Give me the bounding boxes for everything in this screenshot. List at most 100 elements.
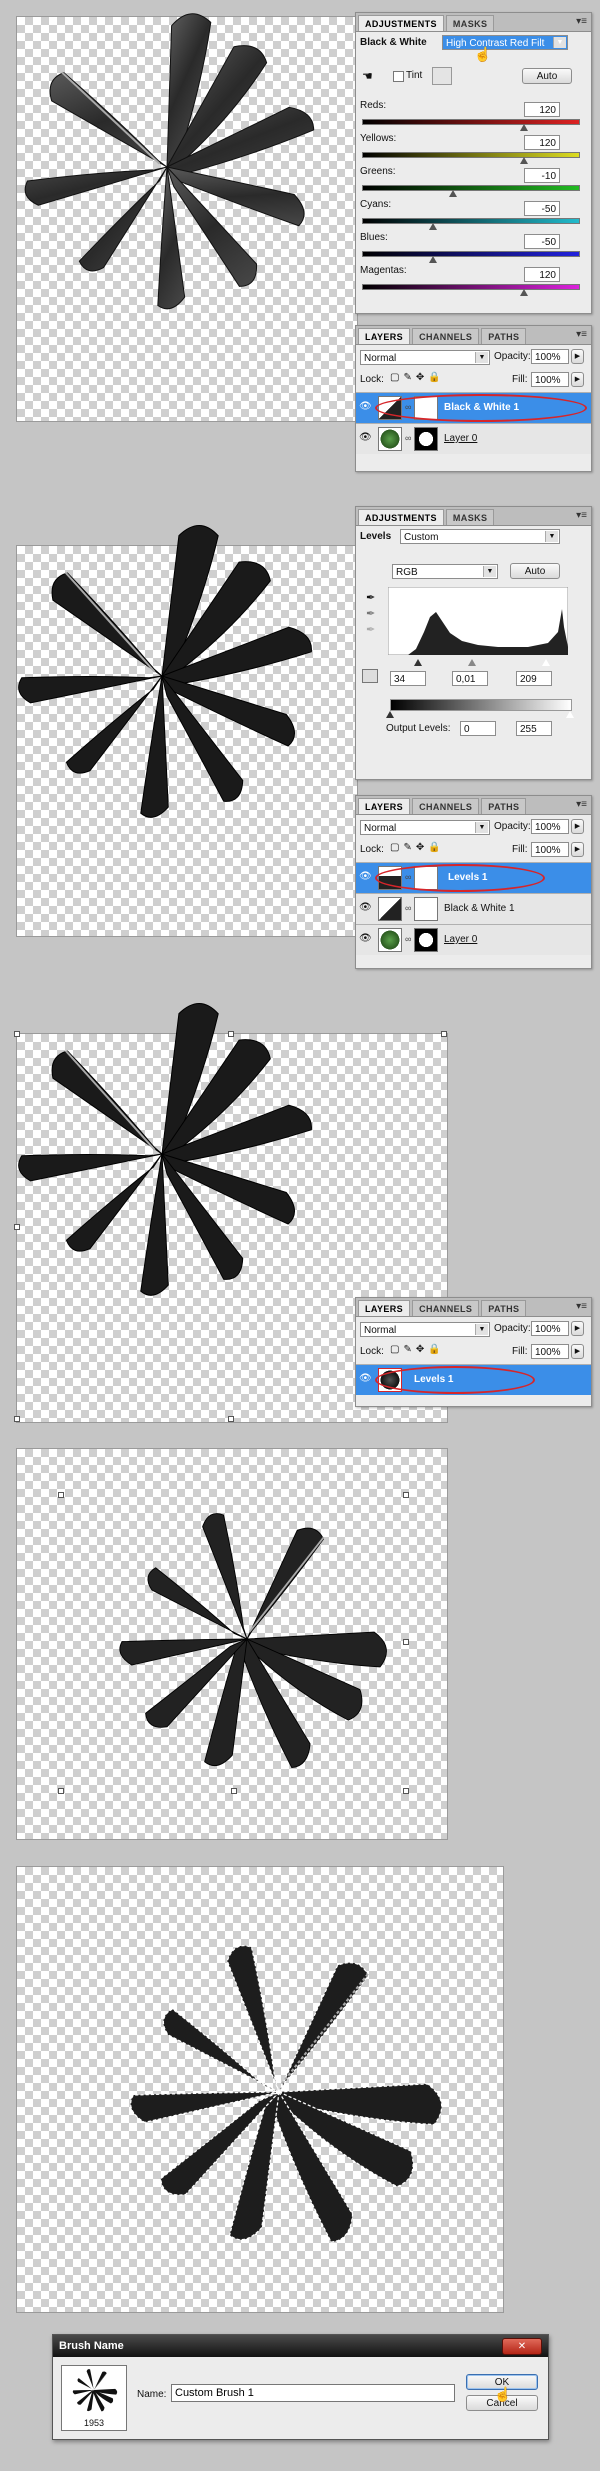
chevron-down-icon[interactable]: ▼ (483, 566, 496, 577)
input-black-slider[interactable] (414, 659, 422, 666)
slider-thumb[interactable] (520, 289, 528, 296)
slider-value-input[interactable]: -50 (524, 201, 560, 216)
tab-channels[interactable]: CHANNELS (412, 798, 480, 814)
lock-icons[interactable]: ▢✎✥🔒 (390, 1344, 445, 1355)
slider-value-input[interactable]: 120 (524, 135, 560, 150)
fill-arrow-button[interactable]: ▶ (571, 372, 584, 387)
input-gamma-field[interactable]: 0,01 (452, 671, 488, 686)
panel-menu-icon[interactable]: ▾≡ (576, 799, 587, 810)
channel-dropdown[interactable]: RGB ▼ (392, 564, 498, 579)
panel-menu-icon[interactable]: ▾≡ (576, 329, 587, 340)
opacity-arrow-button[interactable]: ▶ (571, 1321, 584, 1336)
layer-row[interactable]: 👁 ∞ Layer 0 (356, 423, 591, 454)
layer-row[interactable]: 👁 ∞ Black & White 1 (356, 893, 591, 924)
fill-arrow-button[interactable]: ▶ (571, 1344, 584, 1359)
tab-layers[interactable]: LAYERS (358, 798, 411, 814)
black-eyedropper-icon[interactable]: ✒ (366, 591, 375, 604)
transform-handle[interactable] (403, 1788, 409, 1794)
transform-handle[interactable] (14, 1416, 20, 1422)
panel-menu-icon[interactable]: ▾≡ (576, 16, 587, 27)
opacity-arrow-button[interactable]: ▶ (571, 819, 584, 834)
opacity-input[interactable]: 100% (531, 819, 569, 834)
auto-button[interactable]: Auto (522, 68, 572, 84)
transform-handle[interactable] (228, 1031, 234, 1037)
blend-mode-dropdown[interactable]: Normal ▼ (360, 1322, 490, 1337)
input-black-field[interactable]: 34 (390, 671, 426, 686)
input-white-slider[interactable] (542, 659, 550, 666)
opacity-input[interactable]: 100% (531, 349, 569, 364)
eye-icon[interactable]: 👁 (359, 401, 372, 413)
slider-thumb[interactable] (429, 256, 437, 263)
tab-layers[interactable]: LAYERS (358, 1300, 411, 1316)
slider-value-input[interactable]: -10 (524, 168, 560, 183)
slider-value-input[interactable]: -50 (524, 234, 560, 249)
slider-track[interactable] (362, 185, 580, 191)
slider-track[interactable] (362, 218, 580, 224)
slider-track[interactable] (362, 251, 580, 257)
layer-row[interactable]: 👁 ∞ Levels 1 (356, 862, 591, 893)
input-gray-slider[interactable] (468, 659, 476, 666)
tab-masks[interactable]: MASKS (445, 509, 495, 525)
panel-menu-icon[interactable]: ▾≡ (576, 510, 587, 521)
layer-row[interactable]: 👁 Levels 1 (356, 1364, 591, 1395)
lock-icons[interactable]: ▢✎✥🔒 (390, 372, 445, 383)
input-white-field[interactable]: 209 (516, 671, 552, 686)
chevron-down-icon[interactable]: ▼ (475, 352, 488, 363)
transform-handle[interactable] (14, 1031, 20, 1037)
layer-name[interactable]: Layer 0 (444, 433, 477, 444)
tab-channels[interactable]: CHANNELS (412, 1300, 480, 1316)
chevron-down-icon[interactable]: ▼ (545, 531, 558, 542)
slider-thumb[interactable] (520, 157, 528, 164)
slider-thumb[interactable] (429, 223, 437, 230)
clip-warning-icon[interactable] (362, 669, 378, 683)
transform-handle[interactable] (403, 1492, 409, 1498)
blend-mode-dropdown[interactable]: Normal ▼ (360, 350, 490, 365)
fill-input[interactable]: 100% (531, 372, 569, 387)
fill-arrow-button[interactable]: ▶ (571, 842, 584, 857)
preset-dropdown[interactable]: High Contrast Red Filt ▼ (442, 35, 568, 50)
lock-icons[interactable]: ▢✎✥🔒 (390, 842, 445, 853)
tab-paths[interactable]: PATHS (481, 328, 527, 344)
opacity-arrow-button[interactable]: ▶ (571, 349, 584, 364)
output-white-slider[interactable] (566, 711, 574, 718)
transform-handle[interactable] (14, 1224, 20, 1230)
opacity-input[interactable]: 100% (531, 1321, 569, 1336)
eye-icon[interactable]: 👁 (359, 432, 372, 444)
eye-icon[interactable]: 👁 (359, 902, 372, 914)
close-button[interactable]: ✕ (502, 2338, 542, 2355)
layer-row[interactable]: 👁 ∞ Black & White 1 (356, 392, 591, 423)
brush-name-input[interactable] (171, 2384, 455, 2402)
eye-icon[interactable]: 👁 (359, 871, 372, 883)
slider-value-input[interactable]: 120 (524, 102, 560, 117)
transform-handle[interactable] (228, 1416, 234, 1422)
white-eyedropper-icon[interactable]: ✒ (366, 623, 375, 636)
transform-handle[interactable] (58, 1492, 64, 1498)
link-icon[interactable]: ∞ (405, 934, 411, 944)
tab-paths[interactable]: PATHS (481, 798, 527, 814)
eye-icon[interactable]: 👁 (359, 933, 372, 945)
slider-thumb[interactable] (520, 124, 528, 131)
tint-color-swatch[interactable] (432, 67, 452, 85)
tab-layers[interactable]: LAYERS (358, 328, 411, 344)
auto-button[interactable]: Auto (510, 563, 560, 579)
chevron-down-icon[interactable]: ▼ (553, 37, 566, 48)
hand-adjust-icon[interactable]: ☚ (362, 69, 373, 83)
slider-value-input[interactable]: 120 (524, 267, 560, 282)
chevron-down-icon[interactable]: ▼ (475, 822, 488, 833)
tab-adjustments[interactable]: ADJUSTMENTS (358, 15, 444, 31)
tab-masks[interactable]: MASKS (445, 15, 495, 31)
panel-menu-icon[interactable]: ▾≡ (576, 1301, 587, 1312)
layer-name[interactable]: Black & White 1 (444, 903, 515, 914)
transform-handle[interactable] (403, 1639, 409, 1645)
gray-eyedropper-icon[interactable]: ✒ (366, 607, 375, 620)
layer-row[interactable]: 👁 ∞ Layer 0 (356, 924, 591, 955)
fill-input[interactable]: 100% (531, 842, 569, 857)
tab-adjustments[interactable]: ADJUSTMENTS (358, 509, 444, 525)
output-black-slider[interactable] (386, 711, 394, 718)
slider-track[interactable] (362, 284, 580, 290)
transform-handle[interactable] (231, 1788, 237, 1794)
tab-channels[interactable]: CHANNELS (412, 328, 480, 344)
tab-paths[interactable]: PATHS (481, 1300, 527, 1316)
transform-handle[interactable] (441, 1031, 447, 1037)
layer-name[interactable]: Layer 0 (444, 934, 477, 945)
